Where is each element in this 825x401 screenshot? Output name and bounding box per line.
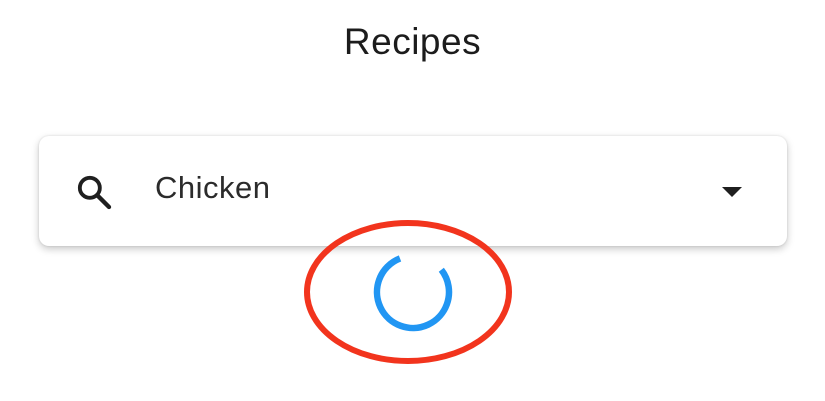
search-icon [77, 175, 112, 210]
app-bar: Recipes [0, 0, 825, 82]
recipes-screen: Recipes Chicken [0, 0, 825, 401]
loading-spinner [373, 252, 453, 332]
search-field-value[interactable]: Chicken [155, 170, 271, 206]
arrow-drop-down-icon[interactable] [720, 185, 744, 199]
page-title: Recipes [343, 20, 482, 62]
search-dropdown[interactable]: Chicken [39, 136, 787, 246]
